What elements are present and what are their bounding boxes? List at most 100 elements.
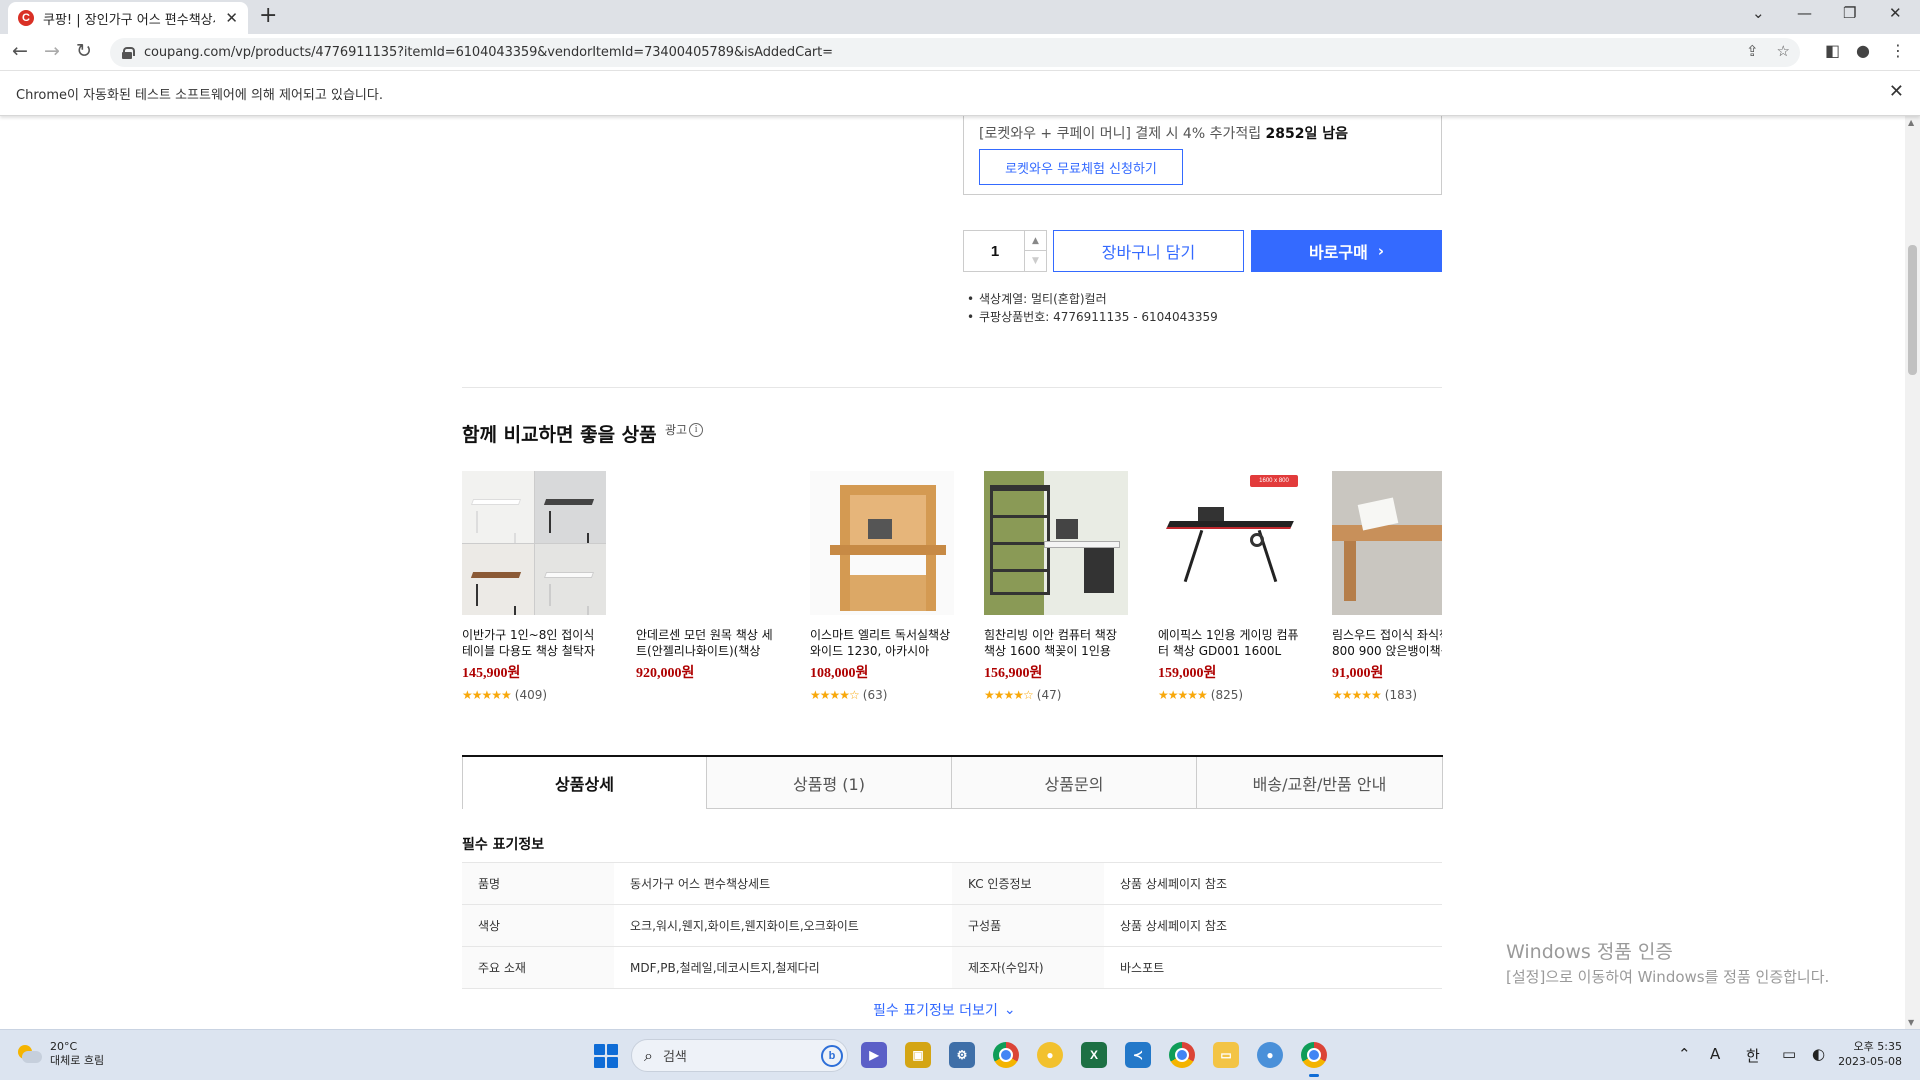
tray-chevron-up-icon[interactable]: ⌃ [1678, 1045, 1691, 1063]
address-bar[interactable]: coupang.com/vp/products/4776911135?itemI… [110, 38, 1800, 67]
page-scrollbar[interactable]: ▲ ▼ [1905, 116, 1920, 1029]
recommend-item[interactable]: 림스우드 접이식 좌식책상 800 900 앉은뱅이책상 91,000원 ★★★… [1332, 471, 1442, 702]
back-arrow-icon[interactable]: ← [12, 40, 28, 62]
recommend-item[interactable]: 힘찬리빙 이안 컴퓨터 책장 책상 1600 책꽂이 1인용 156,900원 … [984, 471, 1128, 702]
reload-icon[interactable]: ↻ [76, 40, 92, 62]
recommend-item[interactable]: 1600 x 800 에이픽스 1인용 게이밍 컴퓨터 책상 GD001 160… [1158, 471, 1302, 702]
recommendation-carousel: 이반가구 1인~8인 접이식 테이블 다용도 책상 철탁자 145,900원 ★… [462, 471, 1442, 711]
coupang-favicon-icon: C [18, 10, 34, 26]
tab-shipping-returns[interactable]: 배송/교환/반품 안내 [1197, 757, 1443, 809]
info-key: 구성품 [952, 904, 1104, 947]
chevron-right-icon: › [1377, 242, 1385, 260]
browser-toolbar: ← → ↻ coupang.com/vp/products/4776911135… [0, 34, 1920, 71]
ad-label[interactable]: 광고 i [665, 421, 704, 438]
info-value: 상품 상세페이지 참조 [1104, 904, 1442, 947]
profile-avatar-icon[interactable]: ● [1856, 41, 1870, 60]
recommend-item[interactable]: 이반가구 1인~8인 접이식 테이블 다용도 책상 철탁자 145,900원 ★… [462, 471, 606, 702]
quantity-down-icon[interactable]: ▼ [1024, 251, 1046, 271]
photos-app-icon[interactable]: ▣ [905, 1042, 931, 1068]
chrome-app-icon[interactable] [993, 1042, 1019, 1068]
recommend-item-name[interactable]: 이반가구 1인~8인 접이식 테이블 다용도 책상 철탁자 [462, 627, 606, 659]
kakaotalk-icon[interactable]: ● [1037, 1042, 1063, 1068]
tab-product-detail[interactable]: 상품상세 [462, 757, 707, 809]
tab-search-chevron-icon[interactable]: ⌄ [1752, 4, 1765, 22]
weather-temp: 20°C [50, 1040, 78, 1053]
info-key: 색상 [462, 904, 614, 947]
required-info-more-link[interactable]: 필수 표기정보 더보기 ⌄ [873, 1000, 1016, 1020]
weather-widget[interactable]: 20°C 대체로 흐림 [16, 1040, 104, 1068]
recommend-item-name[interactable]: 안데르센 모던 원목 책상 세트(안젤리나화이트)(책상+의자) [636, 627, 780, 659]
product-thumbnail[interactable] [1332, 471, 1442, 615]
recommend-item-name[interactable]: 힘찬리빙 이안 컴퓨터 책장 책상 1600 책꽂이 1인용 [984, 627, 1128, 659]
add-to-cart-button[interactable]: 장바구니 담기 [1053, 230, 1244, 272]
rocket-wow-trial-button[interactable]: 로켓와우 무료체험 신청하기 [979, 149, 1183, 185]
side-panel-icon[interactable]: ◧ [1825, 41, 1840, 60]
network-display-icon[interactable]: ▭ [1782, 1045, 1796, 1063]
tab-reviews[interactable]: 상품평 (1) [707, 757, 952, 809]
buy-now-button[interactable]: 바로구매 › [1251, 230, 1442, 272]
system-clock[interactable]: 오후 5:35 2023-05-08 [1838, 1039, 1902, 1069]
forward-arrow-icon[interactable]: → [44, 40, 60, 62]
review-count: (409) [514, 688, 548, 702]
new-tab-button[interactable]: + [259, 3, 277, 28]
ime-korean[interactable]: 한 [1746, 1045, 1760, 1066]
watermark-title: Windows 정품 인증 [1506, 941, 1673, 963]
scroll-down-icon[interactable]: ▼ [1908, 1018, 1914, 1027]
settings-app-icon[interactable]: ⚙ [949, 1042, 975, 1068]
product-thumbnail[interactable] [462, 471, 606, 615]
recommend-item-name[interactable]: 이스마트 엘리트 독서실책상 와이드 1230, 아카시아 [810, 627, 954, 659]
excel-app-icon[interactable]: X [1081, 1042, 1107, 1068]
benefit-days: 2852일 남음 [1265, 126, 1349, 142]
recommend-item-name[interactable]: 에이픽스 1인용 게이밍 컴퓨터 책상 GD001 1600L [1158, 627, 1302, 659]
tab-inquiries[interactable]: 상품문의 [952, 757, 1197, 809]
minimize-window-icon[interactable]: — [1797, 4, 1812, 22]
tab-close-icon[interactable]: ✕ [225, 9, 238, 27]
recommend-item[interactable]: 이스마트 엘리트 독서실책상 와이드 1230, 아카시아 108,000원 ★… [810, 471, 954, 702]
chrome-menu-icon[interactable]: ⋮ [1890, 41, 1906, 60]
size-badge: 1600 x 800 [1250, 475, 1298, 487]
recommend-item-name[interactable]: 림스우드 접이식 좌식책상 800 900 앉은뱅이책상 [1332, 627, 1442, 659]
product-thumbnail[interactable] [636, 471, 780, 615]
share-icon[interactable]: ⇪ [1746, 42, 1759, 60]
vscode-app-icon[interactable]: ≺ [1125, 1042, 1151, 1068]
infobar-close-icon[interactable]: ✕ [1889, 81, 1904, 102]
messenger-app-icon[interactable]: ● [1257, 1042, 1283, 1068]
scrollbar-thumb[interactable] [1908, 245, 1917, 375]
product-thumbnail[interactable] [810, 471, 954, 615]
recommend-item-price: 91,000원 [1332, 666, 1384, 681]
teams-meet-icon[interactable]: ▶ [861, 1042, 887, 1068]
product-thumbnail[interactable] [984, 471, 1128, 615]
section-divider [462, 387, 1442, 388]
close-window-icon[interactable]: ✕ [1889, 4, 1902, 22]
browser-tab-active[interactable]: C 쿠팡! | 장인가구 어스 편수책상세트 ✕ [8, 2, 248, 34]
bing-icon[interactable]: b [821, 1044, 843, 1067]
search-icon: ⌕ [644, 1045, 653, 1065]
ime-mode[interactable]: A [1710, 1045, 1720, 1063]
product-thumbnail[interactable]: 1600 x 800 [1158, 471, 1302, 615]
quantity-up-icon[interactable]: ▲ [1024, 231, 1046, 251]
bookmark-star-icon[interactable]: ☆ [1777, 42, 1790, 60]
weather-desc: 대체로 흐림 [50, 1054, 105, 1067]
lock-icon[interactable] [122, 46, 135, 59]
restore-window-icon[interactable]: ❐ [1843, 4, 1856, 22]
quantity-stepper[interactable]: 1 ▲ ▼ [963, 230, 1047, 272]
quantity-input[interactable]: 1 [964, 231, 1026, 271]
chevron-down-icon: ⌄ [1003, 1002, 1016, 1018]
windows-start-icon[interactable] [594, 1044, 618, 1068]
chrome-app-icon-active[interactable] [1301, 1042, 1327, 1077]
recommend-item-price: 156,900원 [984, 666, 1043, 681]
taskbar-search-box[interactable]: ⌕ 검색 b [631, 1039, 848, 1072]
watermark-subtitle: [설정]으로 이동하여 Windows를 정품 인증합니다. [1506, 968, 1830, 986]
windows-taskbar: 20°C 대체로 흐림 ⌕ 검색 b ▶ ▣ ⚙ ● X ≺ ▭ ● ⌃ A 한… [0, 1029, 1920, 1080]
chrome-app-icon[interactable] [1169, 1042, 1195, 1068]
recommend-item[interactable]: 안데르센 모던 원목 책상 세트(안젤리나화이트)(책상+의자) 920,000… [636, 471, 780, 688]
url-text[interactable]: coupang.com/vp/products/4776911135?itemI… [144, 45, 833, 60]
star-rating-icon: ★★★★☆ [810, 688, 860, 702]
scroll-up-icon[interactable]: ▲ [1908, 118, 1914, 127]
star-rating-icon: ★★★★★ [462, 688, 512, 702]
benefit-text: [로켓와우 + 쿠페이 머니] 결제 시 4% 추가적립 2852일 남음 [979, 123, 1348, 143]
file-explorer-icon[interactable]: ▭ [1213, 1042, 1239, 1068]
info-icon[interactable]: i [689, 422, 704, 437]
volume-icon[interactable]: ◐ [1812, 1045, 1825, 1063]
recommend-item-price: 108,000원 [810, 666, 869, 681]
